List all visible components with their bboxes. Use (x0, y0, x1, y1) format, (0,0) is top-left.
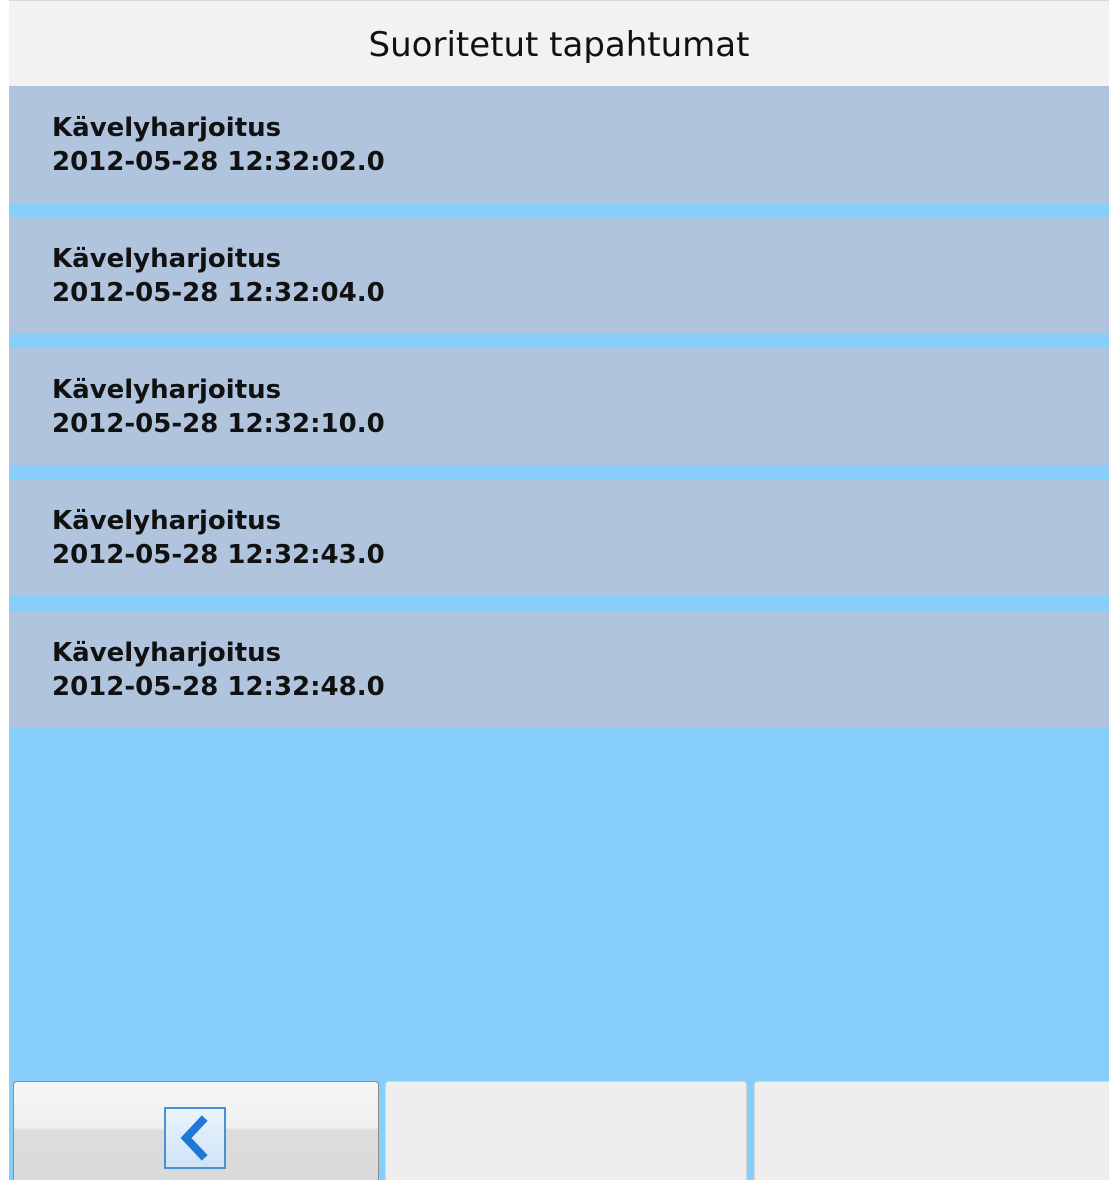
event-list-item[interactable]: Kävelyharjoitus 2012-05-28 12:32:10.0 (9, 348, 1109, 465)
toolbar-button-3[interactable] (754, 1081, 1109, 1180)
app-window: Suoritetut tapahtumat Kävelyharjoitus 20… (9, 0, 1109, 1180)
event-name: Kävelyharjoitus (52, 375, 282, 405)
bottom-toolbar (9, 1076, 1109, 1180)
toolbar-button-2[interactable] (385, 1081, 747, 1180)
back-button[interactable] (13, 1081, 379, 1180)
event-timestamp: 2012-05-28 12:32:43.0 (52, 540, 385, 570)
page-title: Suoritetut tapahtumat (368, 25, 750, 65)
event-timestamp: 2012-05-28 12:32:04.0 (52, 278, 385, 308)
event-list-item[interactable]: Kävelyharjoitus 2012-05-28 12:32:48.0 (9, 611, 1109, 728)
event-name: Kävelyharjoitus (52, 113, 282, 143)
event-name: Kävelyharjoitus (52, 244, 282, 274)
event-timestamp: 2012-05-28 12:32:10.0 (52, 409, 385, 439)
event-name: Kävelyharjoitus (52, 506, 282, 536)
chevron-left-icon (164, 1107, 226, 1169)
title-bar: Suoritetut tapahtumat (9, 0, 1109, 86)
event-list-item[interactable]: Kävelyharjoitus 2012-05-28 12:32:04.0 (9, 217, 1109, 334)
event-timestamp: 2012-05-28 12:32:02.0 (52, 147, 385, 177)
event-list-item[interactable]: Kävelyharjoitus 2012-05-28 12:32:43.0 (9, 479, 1109, 596)
event-name: Kävelyharjoitus (52, 638, 282, 668)
event-timestamp: 2012-05-28 12:32:48.0 (52, 672, 385, 702)
event-list-item[interactable]: Kävelyharjoitus 2012-05-28 12:32:02.0 (9, 86, 1109, 203)
